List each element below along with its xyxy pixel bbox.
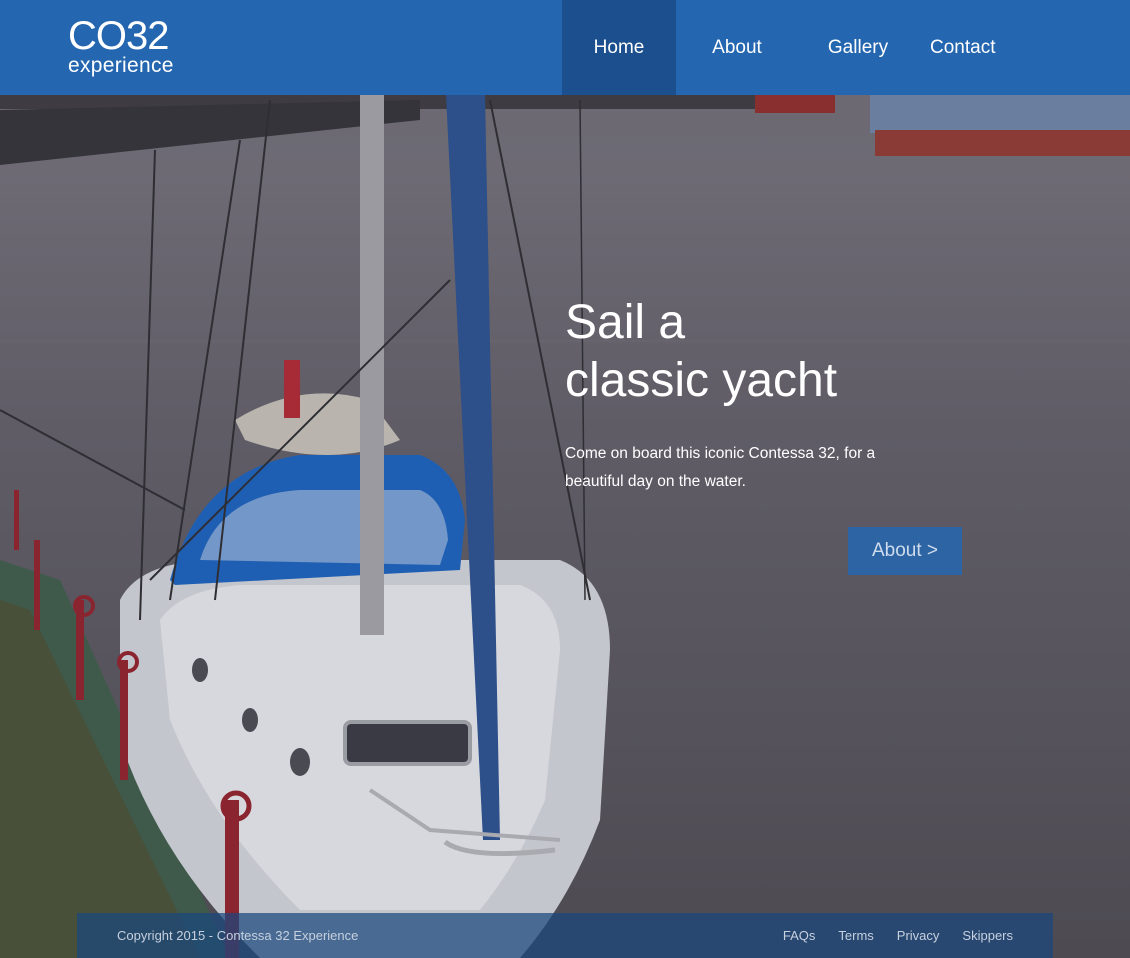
nav-item-contact[interactable]: Contact xyxy=(918,0,1050,95)
nav-item-about[interactable]: About xyxy=(676,0,798,95)
site-logo[interactable]: CO32 experience xyxy=(68,16,198,82)
nav-item-gallery[interactable]: Gallery xyxy=(798,0,918,95)
hero-title-line-1: Sail a xyxy=(565,296,686,349)
nav-spacer xyxy=(1050,0,1130,95)
site-header: CO32 experience Home About Gallery Conta… xyxy=(0,0,1130,95)
footer-link-skippers[interactable]: Skippers xyxy=(962,928,1013,943)
footer-link-privacy[interactable]: Privacy xyxy=(897,928,940,943)
main-nav: Home About Gallery Contact xyxy=(562,0,1130,95)
logo-mark: CO32 xyxy=(68,14,170,58)
hero-about-button[interactable]: About > xyxy=(848,527,962,575)
hero-description: Come on board this iconic Contessa 32, f… xyxy=(565,445,876,490)
site-footer: Copyright 2015 - Contessa 32 Experience … xyxy=(77,913,1053,958)
copyright-text: Copyright 2015 - Contessa 32 Experience xyxy=(117,928,359,943)
logo-subtitle: experience xyxy=(68,54,174,77)
nav-item-home[interactable]: Home xyxy=(562,0,676,95)
hero-title: Sail a classic yacht xyxy=(565,294,985,410)
footer-link-terms[interactable]: Terms xyxy=(838,928,873,943)
footer-links: FAQs Terms Privacy Skippers xyxy=(783,928,1013,943)
footer-link-faqs[interactable]: FAQs xyxy=(783,928,816,943)
hero-title-line-2: classic yacht xyxy=(565,354,838,407)
